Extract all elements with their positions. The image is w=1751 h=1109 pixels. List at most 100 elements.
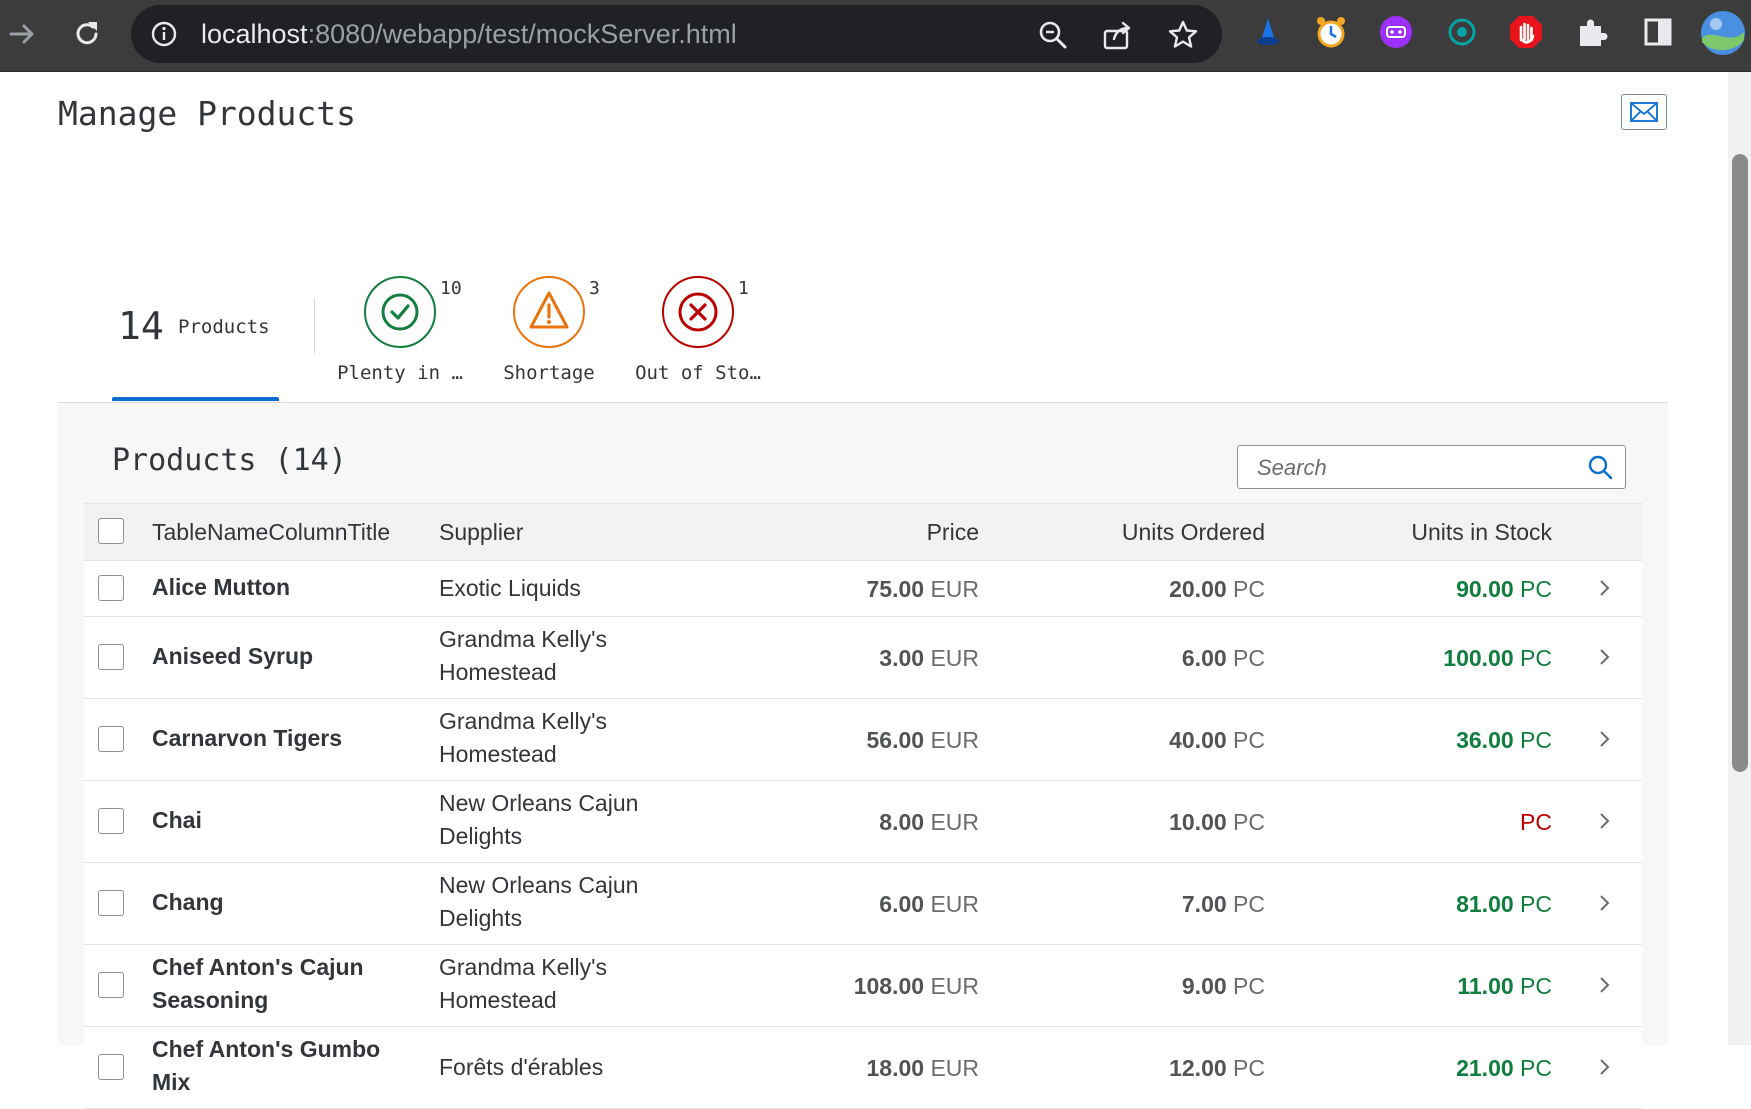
page-scrollbar[interactable] (1728, 72, 1751, 1045)
units-in-stock-cell: 21.00 PC (1456, 1055, 1552, 1081)
extension-adblock-icon[interactable] (1508, 14, 1544, 50)
tab-count-badge: 3 (589, 278, 600, 299)
units-in-stock-cell: 90.00 PC (1456, 576, 1552, 602)
product-name: Alice Mutton (152, 574, 290, 600)
selected-tab-indicator (112, 397, 279, 401)
column-header-units-ordered[interactable]: Units Ordered (1009, 519, 1265, 546)
search-icon[interactable] (1587, 454, 1613, 480)
table-row[interactable]: Chef Anton's Gumbo Mix Forêts d'érables … (84, 1027, 1642, 1109)
supplier-name: Grandma Kelly's Homestead (439, 954, 608, 1013)
products-count-label: Products (178, 316, 270, 338)
page: Manage Products 14 Products 10 Plenty in… (0, 72, 1728, 1109)
side-panel-icon[interactable] (1640, 14, 1676, 50)
units-ordered-cell: 6.00 PC (1181, 645, 1265, 671)
units-ordered-cell: 9.00 PC (1181, 973, 1265, 999)
page-title: Manage Products (58, 94, 357, 133)
row-checkbox[interactable] (98, 890, 124, 916)
price-cell: 108.00 EUR (853, 973, 979, 999)
scrollbar-thumb[interactable] (1732, 154, 1748, 772)
products-count: 14 (118, 304, 164, 348)
tab-label: Plenty in … (337, 362, 463, 384)
tab-out-of-stock[interactable]: 1 Out of Sto… (622, 276, 772, 396)
tab-plenty-in-stock[interactable]: 10 Plenty in … (324, 276, 474, 396)
units-in-stock-cell: 11.00 PC (1457, 973, 1552, 999)
column-header-supplier[interactable]: Supplier (439, 516, 699, 549)
table-row[interactable]: Aniseed Syrup Grandma Kelly's Homestead … (84, 617, 1642, 699)
table-row[interactable]: Alice Mutton Exotic Liquids 75.00 EUR 20… (84, 561, 1642, 617)
table-row[interactable]: Chef Anton's Cajun Seasoning Grandma Kel… (84, 945, 1642, 1027)
chevron-right-icon[interactable] (1596, 893, 1612, 913)
product-name: Chef Anton's Cajun Seasoning (152, 954, 364, 1013)
chevron-right-icon[interactable] (1596, 1057, 1612, 1077)
extension-alarm-icon[interactable] (1313, 14, 1349, 50)
warning-icon (513, 276, 585, 348)
reload-icon[interactable] (67, 14, 107, 54)
units-in-stock-cell: 36.00 PC (1456, 727, 1552, 753)
units-ordered-cell: 20.00 PC (1169, 576, 1265, 602)
row-checkbox[interactable] (98, 808, 124, 834)
supplier-name: New Orleans Cajun Delights (439, 790, 639, 849)
chevron-right-icon[interactable] (1596, 811, 1612, 831)
chevron-right-icon[interactable] (1596, 578, 1612, 598)
search-input[interactable]: Search (1237, 445, 1626, 489)
extension-wizard-icon[interactable] (1250, 14, 1286, 50)
product-name: Chai (152, 807, 202, 833)
units-in-stock-cell: 81.00 PC (1456, 891, 1552, 917)
row-checkbox[interactable] (98, 575, 124, 601)
column-header-units-in-stock[interactable]: Units in Stock (1294, 519, 1552, 546)
product-name: Aniseed Syrup (152, 643, 314, 669)
extensions-puzzle-icon[interactable] (1574, 14, 1610, 50)
row-checkbox[interactable] (98, 726, 124, 752)
tab-shortage[interactable]: 3 Shortage (473, 276, 623, 396)
supplier-name: Grandma Kelly's Homestead (439, 626, 608, 685)
select-all-checkbox[interactable] (98, 518, 124, 544)
icon-tab-bar: 14 Products 10 Plenty in … 3 Shortage 1 … (58, 192, 1668, 403)
supplier-name: New Orleans Cajun Delights (439, 872, 639, 931)
chevron-right-icon[interactable] (1596, 647, 1612, 667)
units-ordered-cell: 12.00 PC (1169, 1055, 1265, 1081)
tab-label: Out of Sto… (635, 362, 761, 384)
extension-teal-icon[interactable] (1444, 14, 1480, 50)
tab-count-badge: 10 (440, 278, 462, 299)
supplier-name: Exotic Liquids (439, 575, 581, 601)
share-icon[interactable] (1102, 19, 1134, 51)
row-checkbox[interactable] (98, 972, 124, 998)
chevron-right-icon[interactable] (1596, 729, 1612, 749)
column-header-name[interactable]: TableNameColumnTitle (152, 516, 422, 549)
row-checkbox[interactable] (98, 1054, 124, 1080)
address-bar[interactable]: localhost:8080/webapp/test/mockServer.ht… (131, 5, 1222, 63)
product-name: Chef Anton's Gumbo Mix (152, 1036, 381, 1095)
tab-label: Shortage (503, 362, 595, 384)
tab-count-badge: 1 (738, 278, 749, 299)
email-button[interactable] (1621, 94, 1667, 130)
price-cell: 8.00 EUR (879, 809, 979, 835)
profile-avatar[interactable] (1700, 10, 1746, 56)
price-cell: 18.00 EUR (866, 1055, 979, 1081)
browser-toolbar: localhost:8080/webapp/test/mockServer.ht… (0, 0, 1751, 73)
zoom-icon[interactable] (1037, 19, 1069, 51)
table-row[interactable]: Chai New Orleans Cajun Delights 8.00 EUR… (84, 781, 1642, 863)
bookmark-star-icon[interactable] (1167, 19, 1199, 51)
extension-purple-icon[interactable] (1378, 14, 1414, 50)
units-in-stock-cell: 100.00 PC (1443, 645, 1552, 671)
units-ordered-cell: 7.00 PC (1181, 891, 1265, 917)
supplier-name: Forêts d'érables (439, 1054, 604, 1080)
column-header-price[interactable]: Price (724, 519, 979, 546)
product-name: Carnarvon Tigers (152, 725, 343, 751)
table-row[interactable]: Carnarvon Tigers Grandma Kelly's Homeste… (84, 699, 1642, 781)
chevron-right-icon[interactable] (1596, 975, 1612, 995)
price-cell: 6.00 EUR (879, 891, 979, 917)
url-text: localhost:8080/webapp/test/mockServer.ht… (201, 19, 737, 49)
forward-icon[interactable] (2, 14, 42, 54)
info-icon[interactable] (151, 21, 177, 47)
supplier-name: Grandma Kelly's Homestead (439, 708, 608, 767)
check-circle-icon (364, 276, 436, 348)
table-title: Products (14) (112, 443, 347, 478)
product-name: Chang (152, 889, 224, 915)
units-ordered-cell: 40.00 PC (1169, 727, 1265, 753)
table-row[interactable]: Chang New Orleans Cajun Delights 6.00 EU… (84, 863, 1642, 945)
price-cell: 56.00 EUR (866, 727, 979, 753)
products-table-panel: Products (14) Search TableNameColumnTitl… (58, 403, 1668, 1109)
row-checkbox[interactable] (98, 644, 124, 670)
units-in-stock-cell: PC (1520, 809, 1552, 835)
